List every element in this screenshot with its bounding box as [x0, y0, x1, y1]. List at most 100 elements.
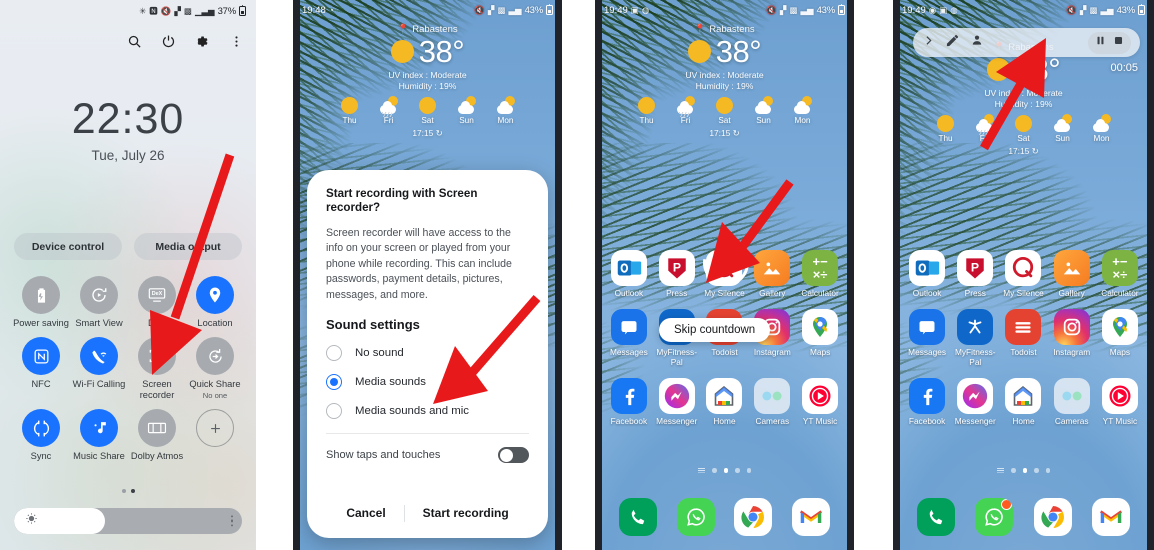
- tile-screen-recorder[interactable]: Screen recorder: [128, 337, 186, 400]
- tile-power-saving[interactable]: Power saving: [12, 276, 70, 328]
- tile-add[interactable]: [186, 409, 244, 461]
- forecast-day: Sat: [414, 96, 442, 125]
- partly-cloudy-icon: [1092, 113, 1111, 133]
- media-output-button[interactable]: Media output: [134, 233, 242, 260]
- option-label: Media sounds and mic: [355, 405, 469, 418]
- dock-app-phone[interactable]: [907, 498, 965, 536]
- app-messages[interactable]: Messages: [605, 309, 653, 367]
- radio-button-selected[interactable]: [326, 374, 342, 391]
- forecast-day: Sun: [750, 95, 778, 125]
- weather-updated[interactable]: 17:15 ↻: [893, 146, 1154, 156]
- app-gallery[interactable]: Gallery: [748, 250, 796, 298]
- show-taps-row[interactable]: Show taps and touches: [326, 447, 529, 464]
- cancel-button[interactable]: Cancel: [328, 500, 403, 526]
- forecast-day: Sun: [1049, 113, 1077, 143]
- weather-widget[interactable]: 📍 Rabastens 38° UV index : Moderate Humi…: [595, 24, 854, 138]
- bluetooth-icon: ✳: [139, 5, 147, 16]
- weather-temperature: 38°: [418, 34, 465, 69]
- app-messages[interactable]: Messages: [903, 309, 951, 367]
- chevron-right-icon[interactable]: [922, 34, 935, 52]
- sunny-icon: [390, 40, 414, 63]
- app-messenger[interactable]: Messenger: [653, 377, 701, 426]
- app-label: Maps: [809, 347, 831, 358]
- option-media-sounds[interactable]: Media sounds: [326, 374, 529, 391]
- weather-widget[interactable]: 📍 Rabastens 38° UV index : Moderate Humi…: [893, 42, 1154, 156]
- sunny-icon: [418, 96, 437, 115]
- option-media-sounds-and-mic[interactable]: Media sounds and mic: [326, 403, 529, 420]
- app-calculator[interactable]: +− ×÷ Calculator: [1096, 250, 1144, 298]
- app-press[interactable]: P Press: [653, 250, 701, 298]
- chrome-icon: [734, 498, 773, 536]
- tile-nfc[interactable]: NFC: [12, 337, 70, 400]
- home-page-dots[interactable]: [893, 468, 1154, 473]
- app-cameras-folder[interactable]: Cameras: [748, 377, 796, 426]
- app-maps[interactable]: Maps: [1096, 309, 1144, 367]
- show-taps-toggle[interactable]: [498, 447, 529, 464]
- weather-updated[interactable]: 17:15 ↻: [293, 128, 562, 138]
- dock-app-whatsapp[interactable]: [667, 498, 725, 536]
- settings-icon[interactable]: [195, 34, 210, 49]
- power-icon[interactable]: [161, 34, 176, 49]
- search-icon[interactable]: [127, 34, 142, 49]
- app-google-home[interactable]: Home: [701, 377, 749, 426]
- app-label: Cameras: [755, 415, 790, 426]
- dialog-body: Screen recorder will have access to the …: [326, 226, 512, 301]
- app-yt-music[interactable]: YT Music: [796, 377, 844, 426]
- tile-sync[interactable]: Sync: [12, 409, 70, 461]
- app-facebook[interactable]: Facebook: [605, 377, 653, 426]
- tile-quick-share[interactable]: Quick Share No one: [186, 337, 244, 400]
- home-page-dots[interactable]: [595, 468, 854, 473]
- dock-app-gmail[interactable]: [1082, 498, 1140, 536]
- app-outlook[interactable]: Outlook: [605, 250, 653, 298]
- quick-settings-page-dots[interactable]: [0, 489, 256, 493]
- app-my-silence[interactable]: My Silence: [999, 250, 1047, 298]
- tile-label: DeX: [147, 318, 167, 328]
- more-options-icon[interactable]: [229, 34, 244, 49]
- dock-app-phone[interactable]: [609, 498, 667, 536]
- weather-updated[interactable]: 17:15 ↻: [595, 128, 854, 138]
- skip-countdown-button[interactable]: Skip countdown: [659, 318, 771, 342]
- app-maps[interactable]: Maps: [796, 309, 844, 367]
- status-bar: 19:48 ◔ 🔇 ▞ ▩ ▃▅ 43%: [293, 0, 562, 20]
- app-messenger[interactable]: Messenger: [951, 377, 999, 426]
- app-gallery[interactable]: Gallery: [1048, 250, 1096, 298]
- app-myfitnesspal[interactable]: MyFitness-Pal: [951, 309, 999, 367]
- tile-dex[interactable]: DeX DeX: [128, 276, 186, 328]
- weather-forecast: Thu Fri Sat Sun Mon: [595, 95, 854, 125]
- tile-dolby-atmos[interactable]: Dolby Atmos: [128, 409, 186, 461]
- dock-app-whatsapp[interactable]: [965, 498, 1023, 536]
- app-press[interactable]: P Press: [951, 250, 999, 298]
- quick-settings-background: [0, 0, 256, 550]
- tile-smart-view[interactable]: Smart View: [70, 276, 128, 328]
- weather-widget[interactable]: 📍 Rabastens 38° UV index : Moderate Humi…: [293, 24, 562, 138]
- dock-app-chrome[interactable]: [725, 498, 783, 536]
- tile-location[interactable]: Location: [186, 276, 244, 328]
- app-instagram[interactable]: Instagram: [1048, 309, 1096, 367]
- app-yt-music[interactable]: YT Music: [1096, 377, 1144, 426]
- stop-icon[interactable]: [1112, 34, 1125, 52]
- person-icon[interactable]: [970, 33, 984, 52]
- device-control-button[interactable]: Device control: [14, 233, 122, 260]
- pause-icon[interactable]: [1094, 34, 1107, 52]
- dock-app-gmail[interactable]: [782, 498, 840, 536]
- app-calculator[interactable]: +− ×÷ Calculator: [796, 250, 844, 298]
- option-no-sound[interactable]: No sound: [326, 345, 529, 362]
- dock-app-chrome[interactable]: [1024, 498, 1082, 536]
- start-recording-button[interactable]: Start recording: [405, 500, 527, 526]
- radio-button[interactable]: [326, 403, 342, 420]
- app-facebook[interactable]: Facebook: [903, 377, 951, 426]
- radio-button[interactable]: [326, 345, 342, 362]
- brightness-slider[interactable]: [14, 508, 242, 534]
- tile-wifi-calling[interactable]: Wi-Fi Calling: [70, 337, 128, 400]
- app-cameras-folder[interactable]: Cameras: [1048, 377, 1096, 426]
- pencil-icon[interactable]: [945, 33, 960, 53]
- app-google-home[interactable]: Home: [999, 377, 1047, 426]
- tile-music-share[interactable]: Music Share: [70, 409, 128, 461]
- brightness-more-options-icon[interactable]: [230, 515, 233, 527]
- forecast-label: Mon: [497, 115, 514, 125]
- app-todoist[interactable]: Todoist: [999, 309, 1047, 367]
- app-outlook[interactable]: Outlook: [903, 250, 951, 298]
- forecast-label: Sat: [421, 115, 434, 125]
- wifi-icon: ▞: [779, 4, 787, 15]
- app-label: Outlook: [912, 288, 942, 298]
